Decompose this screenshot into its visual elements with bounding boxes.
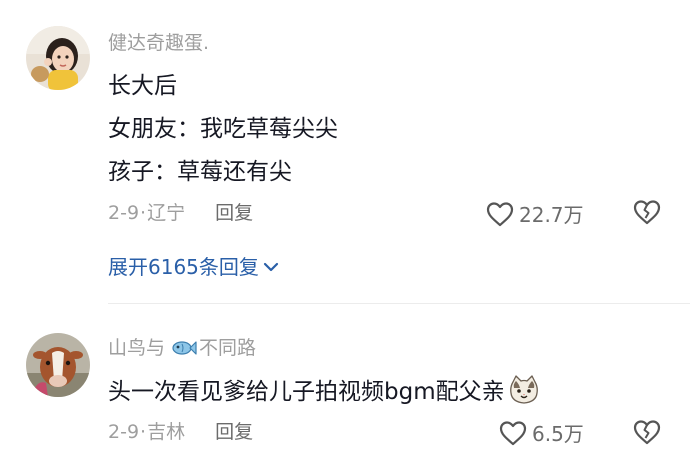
like-count: 22.7万 xyxy=(519,203,584,227)
comment-text-line: 长大后 xyxy=(108,73,177,99)
fish-icon xyxy=(171,338,197,364)
heart-icon xyxy=(499,420,527,445)
comment-text: 头一次看见爹给儿子拍视频bgm配父亲 xyxy=(108,379,505,405)
username[interactable]: 山鸟与 不同路 xyxy=(108,336,256,364)
comment-text-line: 女朋友：我吃草莓尖尖 xyxy=(108,116,338,142)
avatar[interactable] xyxy=(26,26,90,90)
comment-date: 2-9 xyxy=(108,421,140,443)
avatar[interactable] xyxy=(26,333,90,397)
cat-emoji-icon xyxy=(508,375,540,413)
meta-separator: · xyxy=(140,421,147,443)
username-part1: 山鸟与 xyxy=(108,337,166,359)
comment-location: 吉林 xyxy=(147,421,186,443)
divider xyxy=(108,303,690,304)
comment-meta: 2-9·吉林 回复 xyxy=(108,420,253,444)
chevron-down-icon xyxy=(263,262,279,272)
broken-heart-icon xyxy=(633,420,661,445)
username[interactable]: 健达奇趣蛋. xyxy=(108,31,209,55)
comment-location: 辽宁 xyxy=(147,202,186,224)
dislike-button[interactable] xyxy=(632,198,662,230)
comment-text-line: 孩子：草莓还有尖 xyxy=(108,159,292,185)
dislike-button[interactable] xyxy=(632,418,662,450)
username-part2: 不同路 xyxy=(199,337,257,359)
broken-heart-icon xyxy=(633,200,661,225)
comment-item: 山鸟与 不同路 头一次看见爹给儿子拍视频bgm配父亲 2-9·吉林 回复 6.5… xyxy=(0,305,690,455)
comment-item: 健达奇趣蛋. 长大后 女朋友：我吃草莓尖尖 孩子：草莓还有尖 2-9·辽宁 回复… xyxy=(0,0,690,305)
comment-meta: 2-9·辽宁 回复 xyxy=(108,201,253,225)
comment-text-line: 头一次看见爹给儿子拍视频bgm配父亲 xyxy=(108,375,540,413)
expand-replies-label: 展开6165条回复 xyxy=(108,255,259,279)
expand-replies-link[interactable]: 展开6165条回复 xyxy=(108,253,279,281)
reply-button[interactable]: 回复 xyxy=(215,421,253,443)
heart-icon xyxy=(486,201,514,226)
like-button[interactable]: 6.5万 xyxy=(498,418,584,447)
like-count: 6.5万 xyxy=(532,422,584,446)
like-button[interactable]: 22.7万 xyxy=(485,199,584,228)
comment-date: 2-9 xyxy=(108,202,140,224)
reply-button[interactable]: 回复 xyxy=(215,202,253,224)
meta-separator: · xyxy=(140,202,147,224)
